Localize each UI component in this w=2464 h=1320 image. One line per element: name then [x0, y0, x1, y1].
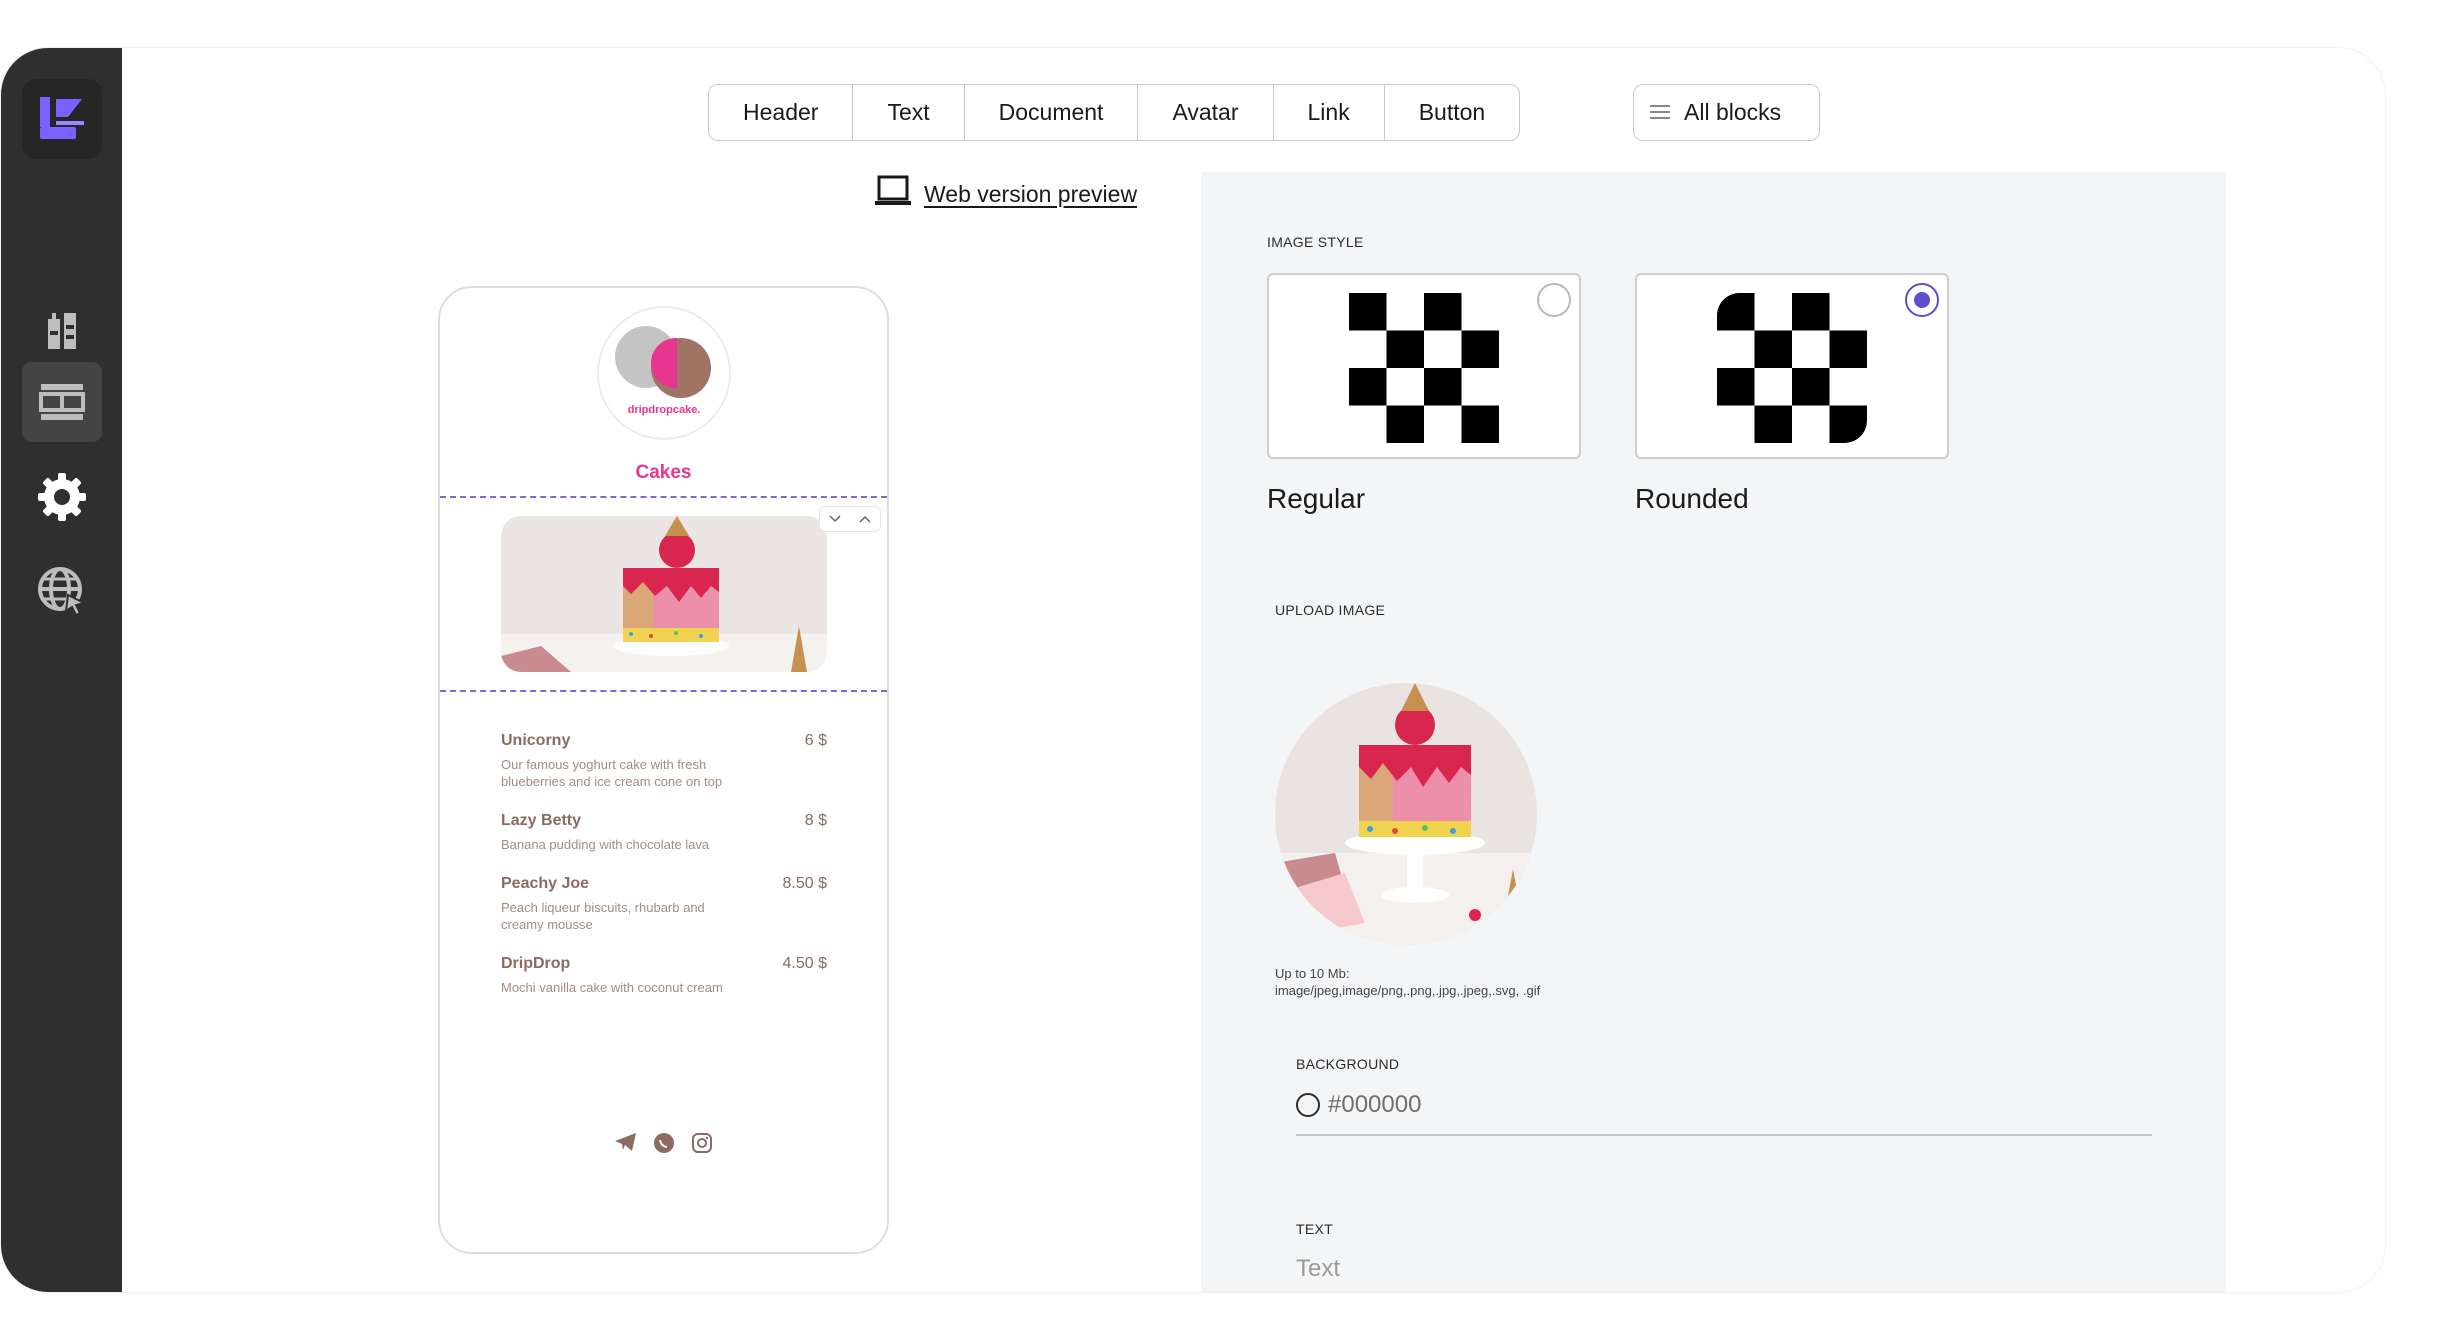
- instagram-icon[interactable]: [690, 1131, 714, 1160]
- tab-button[interactable]: Button: [1385, 85, 1519, 140]
- item-name: Peachy Joe: [501, 875, 590, 892]
- item-description: Mochi vanilla cake with coconut cream: [501, 980, 723, 995]
- background-color-field[interactable]: #000000: [1296, 1091, 1421, 1119]
- all-blocks-button[interactable]: All blocks: [1633, 84, 1820, 141]
- checker-rounded-icon: [1717, 293, 1867, 443]
- background-color-value: #000000: [1328, 1091, 1422, 1118]
- item-price: 8 $: [804, 812, 827, 829]
- text-input[interactable]: Text: [1296, 1255, 1340, 1283]
- tab-document[interactable]: Document: [965, 85, 1139, 140]
- tab-text[interactable]: Text: [853, 85, 965, 140]
- app-logo-icon[interactable]: [22, 79, 102, 159]
- item-price: 6 $: [804, 732, 827, 749]
- list-icon: [1650, 99, 1670, 126]
- item-name: Unicorny: [501, 732, 571, 749]
- sidebar: [1, 48, 122, 1292]
- item-name: DripDrop: [501, 955, 571, 972]
- upload-constraints: Up to 10 Mb: image/jpeg,image/png,.png,.…: [1275, 965, 1595, 999]
- cake-image: [501, 516, 827, 672]
- laptop-icon: [874, 175, 912, 213]
- image-style-label: IMAGE STYLE: [1267, 234, 1364, 250]
- text-label: TEXT: [1296, 1221, 1333, 1237]
- upload-size-note: Up to 10 Mb:: [1275, 966, 1350, 981]
- mobile-preview: dripdropcake. Cakes Unicorny 6 $ Our fam…: [438, 286, 889, 1254]
- social-links: [440, 1131, 887, 1160]
- tab-avatar[interactable]: Avatar: [1138, 85, 1274, 140]
- checker-regular-icon: [1349, 293, 1499, 443]
- app-window: Header Text Document Avatar Link Button …: [0, 47, 2386, 1293]
- upload-types-note: image/jpeg,image/png,.png,.jpg,.jpeg,.sv…: [1275, 983, 1541, 998]
- list-item: Unicorny 6 $ Our famous yoghurt cake wit…: [501, 732, 827, 790]
- upload-image-label: UPLOAD IMAGE: [1275, 602, 1386, 618]
- list-item: Lazy Betty 8 $ Banana pudding with choco…: [501, 812, 827, 853]
- web-preview-label: Web version preview: [924, 180, 1138, 207]
- image-settings-panel: IMAGE STYLE Regular Rounded UPLOAD IMAGE…: [1201, 172, 2226, 1292]
- layout-icon[interactable]: [22, 362, 102, 442]
- move-up-button[interactable]: [850, 507, 880, 531]
- menu-title: Cakes: [635, 462, 692, 483]
- list-item: Peachy Joe 8.50 $ Peach liqueur biscuits…: [501, 875, 827, 933]
- style-name-regular: Regular: [1267, 483, 1366, 514]
- move-down-button[interactable]: [820, 507, 850, 531]
- menu-list: Unicorny 6 $ Our famous yoghurt cake wit…: [501, 732, 827, 1018]
- style-option-rounded[interactable]: [1635, 273, 1949, 459]
- background-label: BACKGROUND: [1296, 1056, 1400, 1072]
- block-type-toolbar: Header Text Document Avatar Link Button: [708, 84, 1521, 141]
- whatsapp-icon[interactable]: [652, 1131, 676, 1160]
- move-controls: [819, 506, 881, 532]
- selected-image-block[interactable]: [440, 496, 887, 692]
- color-swatch-icon[interactable]: [1296, 1093, 1320, 1117]
- item-price: 8.50 $: [782, 875, 827, 892]
- style-name-rounded: Rounded: [1635, 483, 1749, 514]
- telegram-icon[interactable]: [614, 1131, 638, 1160]
- tab-header[interactable]: Header: [709, 85, 854, 140]
- radio-regular[interactable]: [1537, 283, 1571, 317]
- web-version-preview-link[interactable]: Web version preview: [874, 175, 1137, 213]
- item-description: Peach liqueur biscuits, rhubarb and crea…: [501, 900, 705, 932]
- globe-icon[interactable]: [22, 551, 102, 631]
- item-name: Lazy Betty: [501, 812, 582, 829]
- all-blocks-label: All blocks: [1684, 99, 1782, 125]
- uploaded-image-preview[interactable]: [1275, 683, 1537, 945]
- brand-logo: dripdropcake.: [597, 306, 731, 440]
- tab-link[interactable]: Link: [1274, 85, 1385, 140]
- item-description: Our famous yoghurt cake with fresh blueb…: [501, 757, 723, 789]
- item-price: 4.50 $: [782, 955, 827, 972]
- radio-rounded[interactable]: [1905, 283, 1939, 317]
- brand-name: dripdropcake.: [627, 404, 701, 416]
- settings-gear-icon[interactable]: [22, 457, 102, 537]
- list-item: DripDrop 4.50 $ Mochi vanilla cake with …: [501, 955, 827, 996]
- blocks-icon[interactable]: [22, 291, 102, 371]
- background-field-underline: [1296, 1134, 2152, 1136]
- style-option-regular[interactable]: [1267, 273, 1581, 459]
- item-description: Banana pudding with chocolate lava: [501, 837, 710, 852]
